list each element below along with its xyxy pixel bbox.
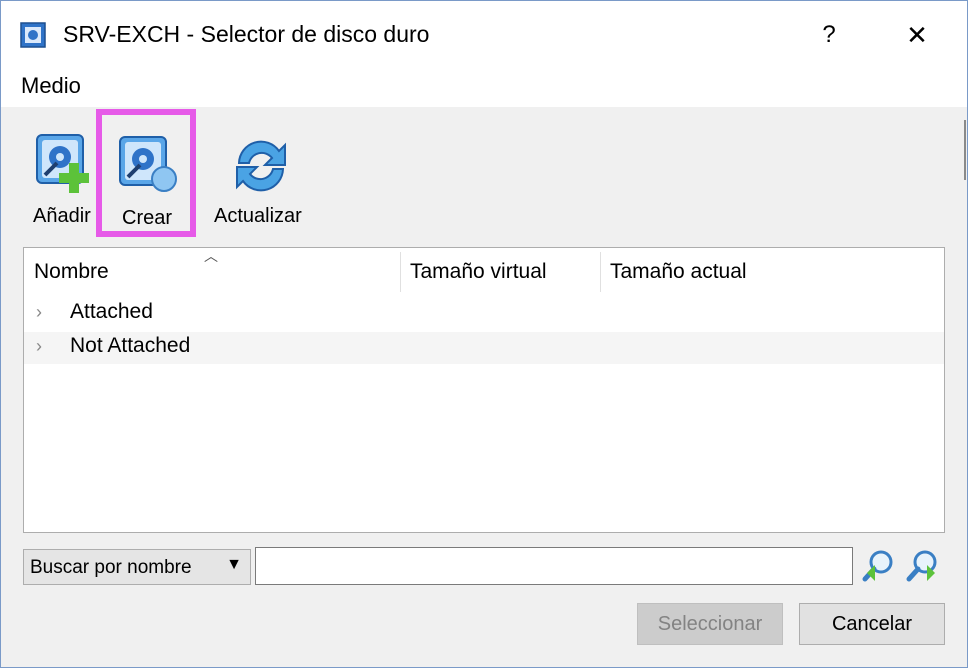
- hard-disk-selector-dialog: SRV-EXCH - Selector de disco duro ? ✕ Me…: [0, 0, 968, 668]
- sort-indicator-icon: ︿: [204, 248, 218, 264]
- refresh-button[interactable]: Actualizar: [209, 107, 313, 239]
- column-actual-size[interactable]: Tamaño actual: [610, 260, 747, 284]
- column-separator: [600, 252, 601, 292]
- refresh-icon: [236, 140, 286, 192]
- cancel-button[interactable]: Cancelar: [799, 603, 945, 645]
- search-input[interactable]: [255, 547, 853, 585]
- menu-bar: Medio: [1, 65, 967, 107]
- list-header: ︿ Nombre Tamaño virtual Tamaño actual: [24, 248, 944, 294]
- tree-row-not-attached[interactable]: › Not Attached: [24, 332, 944, 364]
- create-disk-icon: [119, 136, 177, 192]
- column-separator: [400, 252, 401, 292]
- expand-chevron-icon[interactable]: ›: [36, 336, 42, 357]
- toolbar: Añadir Crear Actualizar: [1, 107, 967, 243]
- help-button[interactable]: ?: [807, 15, 851, 55]
- expand-chevron-icon[interactable]: ›: [36, 302, 42, 323]
- find-previous-icon[interactable]: [861, 549, 895, 583]
- menu-medio[interactable]: Medio: [21, 73, 81, 99]
- add-disk-icon: [36, 134, 89, 193]
- add-disk-button[interactable]: Añadir: [21, 107, 97, 239]
- select-button[interactable]: Seleccionar: [637, 603, 783, 645]
- search-mode-dropdown[interactable]: Buscar por nombre ▼: [23, 549, 251, 585]
- column-virtual-size[interactable]: Tamaño virtual: [410, 260, 547, 284]
- tree-row-label: Not Attached: [70, 334, 191, 357]
- tree-row-attached[interactable]: › Attached: [24, 298, 944, 330]
- refresh-label: Actualizar: [214, 205, 302, 227]
- background-window-edge: [964, 120, 966, 180]
- find-next-icon[interactable]: [905, 549, 939, 583]
- media-tree-list[interactable]: ︿ Nombre Tamaño virtual Tamaño actual › …: [23, 247, 945, 533]
- search-mode-label: Buscar por nombre: [30, 557, 192, 578]
- create-disk-label: Crear: [122, 207, 173, 229]
- window-title: SRV-EXCH - Selector de disco duro: [63, 21, 430, 47]
- tree-row-label: Attached: [70, 300, 153, 323]
- close-button[interactable]: ✕: [893, 15, 941, 55]
- dropdown-arrow-icon: ▼: [226, 556, 242, 573]
- create-disk-button[interactable]: Crear: [96, 109, 196, 237]
- add-disk-label: Añadir: [33, 205, 91, 227]
- column-name[interactable]: Nombre: [34, 260, 109, 284]
- virtualbox-app-icon: [20, 22, 46, 48]
- title-bar: SRV-EXCH - Selector de disco duro ? ✕: [1, 1, 967, 65]
